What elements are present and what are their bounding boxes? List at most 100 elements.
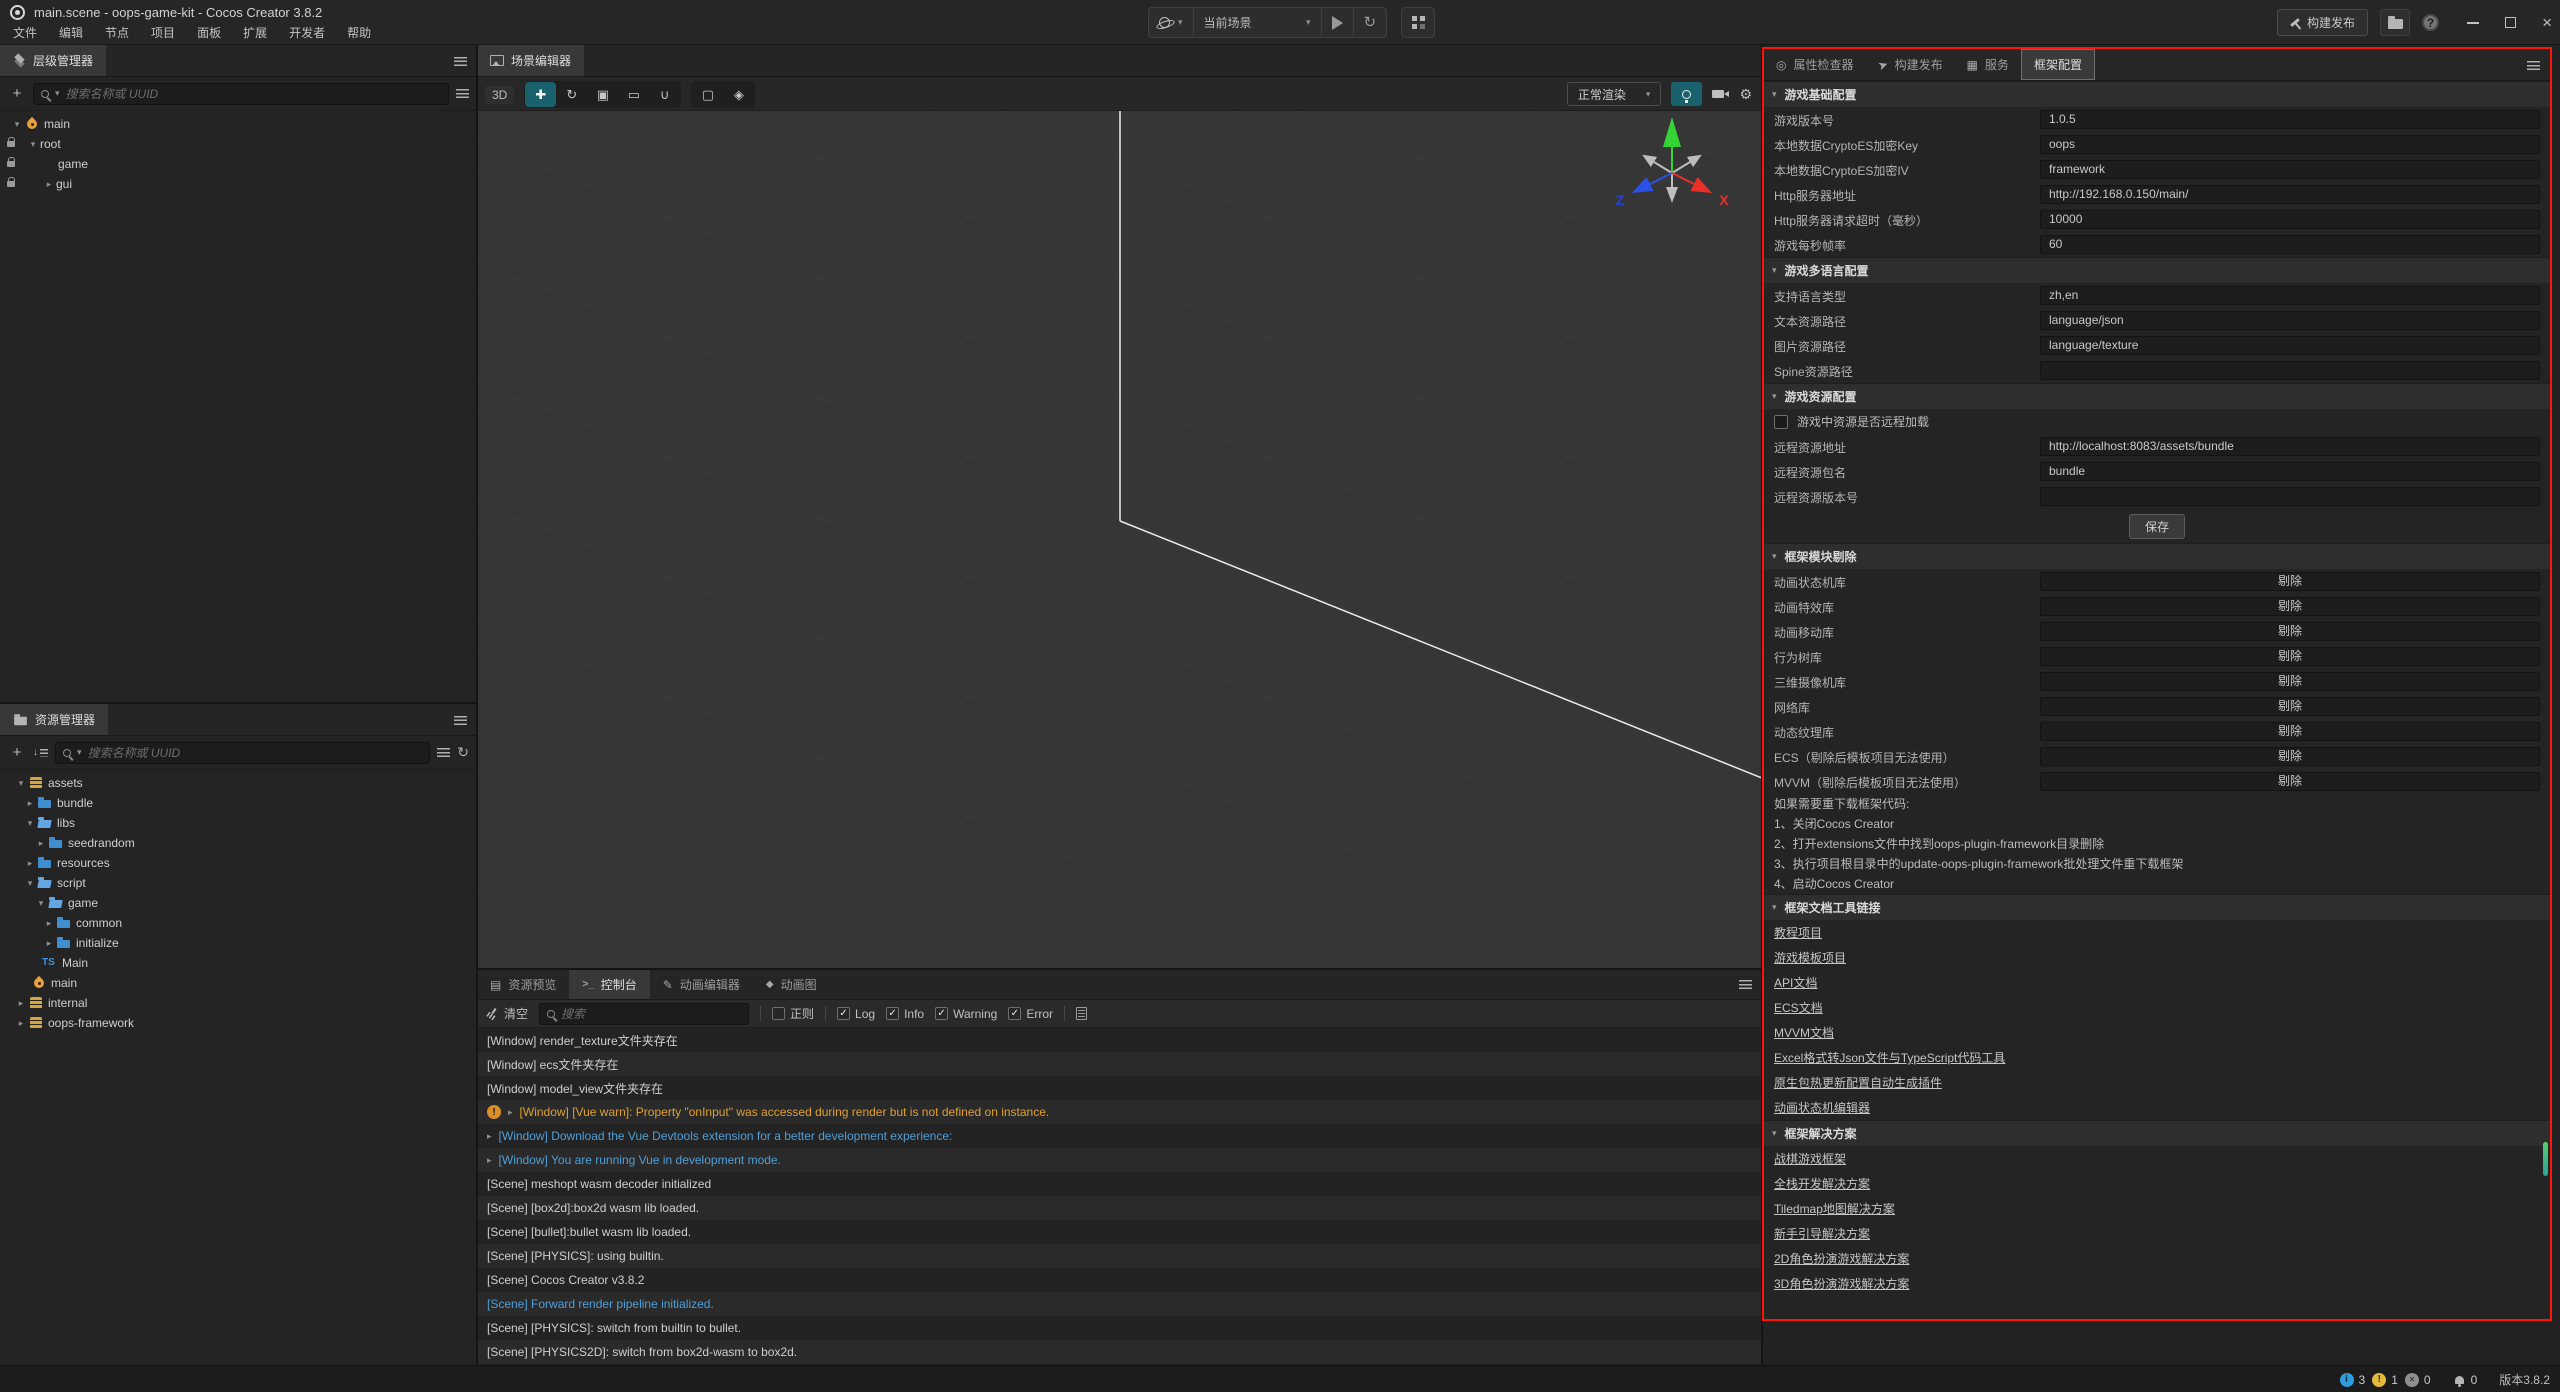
property-input[interactable]: language/json [2040,311,2540,330]
remove-module-button[interactable]: 剔除 [2040,572,2540,591]
doc-link[interactable]: 原生包热更新配置自动生成插件 [1774,1074,1942,1091]
console-search-input[interactable] [561,1007,741,1021]
tab-hierarchy[interactable]: 层级管理器 [0,45,106,76]
log-row[interactable]: [Scene] [box2d]:box2d wasm lib loaded. [477,1196,1762,1220]
expand-arrow-icon[interactable]: ▸ [487,1131,492,1142]
hierarchy-node[interactable]: TS gui [0,174,477,194]
solution-link[interactable]: 全栈开发解决方案 [1774,1175,1870,1192]
tree-expand-icon[interactable] [42,938,56,949]
mode-3d-button[interactable]: 3D [485,86,514,104]
doc-link[interactable]: Excel格式转Json文件与TypeScript代码工具 [1774,1049,2005,1066]
menu-item[interactable]: 文件 [2,23,48,43]
assets-search-input[interactable] [88,746,423,760]
panel-menu-button[interactable] [454,57,467,66]
error-count-icon[interactable]: ✕ [2405,1373,2419,1387]
filter-error-checkbox[interactable]: ✓Error [1008,1007,1053,1021]
scene-viewport[interactable]: Y X Z [477,111,1762,970]
panel-menu-button[interactable] [2527,61,2540,70]
panel-menu-button[interactable] [454,716,467,725]
asset-node[interactable]: TS main [0,973,477,993]
menu-item[interactable]: 开发者 [278,23,336,43]
regex-checkbox[interactable]: 正则 [772,1005,814,1022]
menu-item[interactable]: 面板 [186,23,232,43]
menu-item[interactable]: 项目 [140,23,186,43]
doc-link[interactable]: 游戏模板项目 [1774,949,1846,966]
bell-icon[interactable] [2455,1376,2464,1384]
remove-module-button[interactable]: 剔除 [2040,597,2540,616]
build-publish-button[interactable]: 构建发布 [2277,9,2368,36]
property-input[interactable]: framework [2040,160,2540,179]
log-row[interactable]: [Scene] [PHYSICS2D]: switch from box2d-w… [477,1340,1762,1364]
property-input[interactable]: 60 [2040,235,2540,254]
vertical-splitter[interactable] [1761,45,1763,1365]
tree-expand-icon[interactable] [42,179,56,190]
asset-node[interactable]: TS initialize [0,933,477,953]
vertical-splitter[interactable] [476,45,478,1365]
horizontal-splitter[interactable] [0,702,477,704]
property-input[interactable] [2040,487,2540,506]
tree-expand-icon[interactable] [14,1018,28,1029]
panel-menu-button[interactable] [1739,980,1752,989]
property-input[interactable]: http://localhost:8083/assets/bundle [2040,437,2540,456]
tab-animation-editor[interactable]: ✎ 动画编辑器 [650,970,753,999]
section-header-resource[interactable]: ▾ 游戏资源配置 [1764,383,2550,409]
section-header-docs[interactable]: ▾ 框架文档工具链接 [1764,894,2550,920]
tab-framework-config[interactable]: 框架配置 [2021,49,2095,80]
asset-node[interactable]: TS internal [0,993,477,1013]
asset-node[interactable]: TS game [0,893,477,913]
asset-node[interactable]: TS Main [0,953,477,973]
gizmo-x-label[interactable]: X [1719,192,1729,208]
doc-link[interactable]: ECS文档 [1774,999,1823,1016]
remove-module-button[interactable]: 剔除 [2040,772,2540,791]
tab-asset-preview[interactable]: ▤ 资源预览 [477,970,569,999]
filter-button[interactable] [437,748,450,757]
minimize-button[interactable] [2467,22,2479,24]
remove-module-button[interactable]: 剔除 [2040,722,2540,741]
asset-node[interactable]: TS script [0,873,477,893]
tab-property-inspector[interactable]: ◎ 属性检查器 [1764,49,1866,80]
tab-scene-editor[interactable]: 场景编辑器 [477,45,584,76]
asset-node[interactable]: TS assets [0,773,477,793]
log-row[interactable]: [Scene] Forward render pipeline initiali… [477,1292,1762,1316]
doc-link[interactable]: API文档 [1774,974,1817,991]
filter-button[interactable] [456,89,469,98]
scene-select[interactable]: 当前场景 ▾ [1194,8,1322,37]
lighting-toggle-button[interactable] [1671,82,1702,106]
hierarchy-node[interactable]: TS game [0,154,477,174]
property-input[interactable]: zh,en [2040,286,2540,305]
solution-link[interactable]: 2D角色扮演游戏解决方案 [1774,1250,1909,1267]
gizmo-y-label[interactable]: Y [1667,111,1677,114]
hierarchy-search-input[interactable] [66,87,441,101]
asset-node[interactable]: TS seedrandom [0,833,477,853]
menu-item[interactable]: 编辑 [48,23,94,43]
solution-link[interactable]: 新手引导解决方案 [1774,1225,1870,1242]
log-row[interactable]: ! ▸ [Window] [Vue warn]: Property "onInp… [477,1100,1762,1124]
section-header-basic[interactable]: ▾ 游戏基础配置 [1764,81,2550,107]
doc-link[interactable]: 动画状态机编辑器 [1774,1099,1870,1116]
section-header-modules[interactable]: ▾ 框架模块剔除 [1764,543,2550,569]
doc-link[interactable]: 教程项目 [1774,924,1822,941]
property-input[interactable]: language/texture [2040,336,2540,355]
property-input[interactable]: http://192.168.0.150/main/ [2040,185,2540,204]
log-row[interactable]: [Scene] [bullet]:bullet wasm lib loaded. [477,1220,1762,1244]
pivot-toggle-button[interactable]: ▢ [692,82,723,107]
log-row[interactable]: ▸ [Window] Download the Vue Devtools ext… [477,1124,1762,1148]
gear-icon[interactable]: ⚙ [1739,86,1752,103]
rotate-tool-button[interactable]: ↻ [556,82,587,107]
asset-node[interactable]: TS resources [0,853,477,873]
axis-gizmo[interactable]: Y X Z [1616,111,1730,208]
tab-animation-graph[interactable]: ◆ 动画图 [753,970,830,999]
remote-load-checkbox[interactable] [1774,415,1788,429]
horizontal-splitter[interactable] [477,968,1762,970]
tree-expand-icon[interactable] [14,778,28,789]
tree-expand-icon[interactable] [42,918,56,929]
assets-search[interactable]: ▾ [55,742,430,764]
tab-assets[interactable]: 资源管理器 [0,704,108,735]
log-row[interactable]: ▸ [Window] You are running Vue in develo… [477,1148,1762,1172]
tree-expand-icon[interactable] [26,139,40,150]
info-count-icon[interactable]: i [2340,1373,2354,1387]
tree-expand-icon[interactable] [14,998,28,1009]
help-button[interactable]: ? [2422,14,2439,31]
property-input[interactable]: 1.0.5 [2040,110,2540,129]
log-row[interactable]: [Scene] Cocos Creator v3.8.2 [477,1268,1762,1292]
